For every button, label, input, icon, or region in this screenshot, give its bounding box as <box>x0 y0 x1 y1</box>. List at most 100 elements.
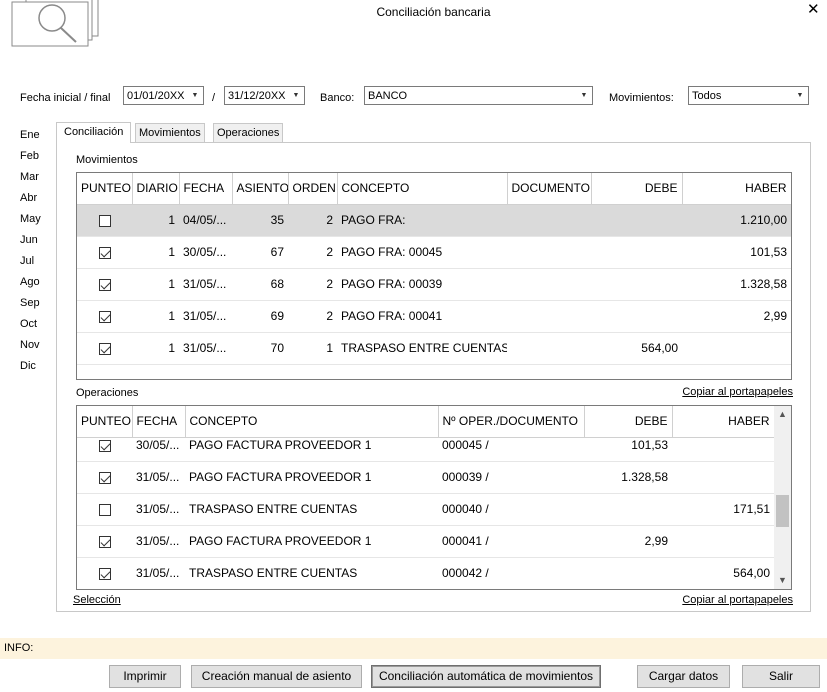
col-debe[interactable]: DEBE <box>584 406 673 438</box>
operaciones-scrollbar[interactable]: ▲ ▼ <box>774 406 791 589</box>
month-item[interactable]: Jul <box>0 251 41 272</box>
month-item[interactable]: Mar <box>0 167 41 188</box>
month-item[interactable]: Oct <box>0 314 41 335</box>
movimientos-select[interactable]: Todos ▼ <box>688 86 809 105</box>
tab-conciliacion[interactable]: Conciliación <box>56 122 132 143</box>
month-item[interactable]: Jun <box>0 230 41 251</box>
copy-clipboard-link-bottom[interactable]: Copiar al portapapeles <box>682 594 793 606</box>
documento-cell: 000045 / <box>438 438 584 462</box>
orden-cell: 2 <box>288 204 337 237</box>
movimiento-row[interactable]: 1 04/05/... 35 2 PAGO FRA: 1.210,00 <box>77 204 791 237</box>
col-haber[interactable]: HABER <box>672 406 775 438</box>
operacion-row[interactable]: 31/05/... PAGO FACTURA PROVEEDOR 1 000041 … <box>77 525 774 558</box>
concepto-cell: PAGO FACTURA PROVEEDOR 1 <box>185 461 438 494</box>
documento-cell: 000041 / <box>438 525 584 558</box>
operacion-row[interactable]: 31/05/... PAGO FACTURA PROVEEDOR 1 000039 … <box>77 461 774 494</box>
col-haber[interactable]: HABER <box>682 173 791 205</box>
documento-cell: 000042 / <box>438 557 584 589</box>
month-list: Ene Feb Mar Abr May Jun Jul Ago Sep Oct … <box>0 125 41 377</box>
punteo-cell <box>77 461 132 494</box>
checkbox-checked[interactable] <box>98 246 111 259</box>
checkbox-checked[interactable] <box>98 278 111 291</box>
month-item[interactable]: Dic <box>0 356 41 377</box>
month-item[interactable]: Ago <box>0 272 41 293</box>
month-item[interactable]: Nov <box>0 335 41 356</box>
col-debe[interactable]: DEBE <box>591 173 683 205</box>
col-asiento[interactable]: ASIENTO <box>232 173 289 205</box>
col-orden[interactable]: ORDEN <box>288 173 338 205</box>
movimiento-row[interactable]: 1 31/05/... 69 2 PAGO FRA: 00041 2,99 <box>77 300 791 333</box>
col-diario[interactable]: DIARIO <box>132 173 180 205</box>
fecha-cell: 04/05/... <box>179 204 232 237</box>
col-punteo[interactable]: PUNTEO <box>77 173 133 205</box>
debe-cell <box>584 493 672 526</box>
operacion-row[interactable]: 30/05/... PAGO FACTURA PROVEEDOR 1 000045 … <box>77 438 774 462</box>
haber-cell: 1.328,58 <box>682 268 791 301</box>
month-item[interactable]: Sep <box>0 293 41 314</box>
imprimir-button[interactable]: Imprimir <box>109 665 181 688</box>
operaciones-grid: PUNTEO FECHA CONCEPTO Nº OPER./DOCUMENTO… <box>76 405 792 590</box>
debe-cell: 2,99 <box>584 525 672 558</box>
checkbox-checked[interactable] <box>98 310 111 323</box>
month-item[interactable]: Feb <box>0 146 41 167</box>
operacion-row[interactable]: 31/05/... TRASPASO ENTRE CUENTAS 000040 / 1… <box>77 493 774 526</box>
month-item[interactable]: Ene <box>0 125 41 146</box>
movimiento-row[interactable]: 1 31/05/... 70 1 TRASPASO ENTRE CUENTAS 564,0… <box>77 332 791 365</box>
checkbox-unchecked[interactable] <box>98 503 111 516</box>
banco-select[interactable]: BANCO ▼ <box>364 86 593 105</box>
col-documento[interactable]: DOCUMENTO <box>507 173 592 205</box>
month-item[interactable]: Abr <box>0 188 41 209</box>
movimiento-row[interactable]: 1 31/05/... 68 2 PAGO FRA: 00039 1.328,58 <box>77 268 791 301</box>
concepto-cell: PAGO FRA: 00041 <box>337 300 507 333</box>
documento-cell: 000039 / <box>438 461 584 494</box>
seleccion-link[interactable]: Selección <box>73 594 121 606</box>
haber-cell: 101,53 <box>682 236 791 269</box>
haber-cell: 1.210,00 <box>682 204 791 237</box>
col-fecha[interactable]: FECHA <box>132 406 186 438</box>
col-fecha[interactable]: FECHA <box>179 173 233 205</box>
punteo-cell <box>77 557 132 589</box>
checkbox-checked[interactable] <box>98 471 111 484</box>
chevron-down-icon: ▼ <box>796 92 804 99</box>
fecha-cell: 31/05/... <box>132 493 185 526</box>
col-concepto[interactable]: CONCEPTO <box>337 173 508 205</box>
tab-operaciones[interactable]: Operaciones <box>213 123 284 143</box>
conciliacion-automatica-button[interactable]: Conciliación automática de movimientos <box>371 665 601 688</box>
scroll-thumb[interactable] <box>776 495 789 527</box>
close-icon[interactable]: ✕ <box>807 0 820 18</box>
haber-cell: 171,51 <box>672 493 774 526</box>
operacion-row[interactable]: 31/05/... TRASPASO ENTRE CUENTAS 000042 / 5… <box>77 557 774 589</box>
creacion-manual-button[interactable]: Creación manual de asiento <box>191 665 362 688</box>
fecha-final-combo[interactable]: 31/12/20XX ▼ <box>224 86 305 105</box>
movimientos-header-row: PUNTEO DIARIO FECHA ASIENTO ORDEN CONCEP… <box>77 173 791 205</box>
scroll-up-icon[interactable]: ▲ <box>774 406 791 423</box>
salir-button[interactable]: Salir <box>742 665 820 688</box>
checkbox-checked[interactable] <box>98 439 111 452</box>
date-separator: / <box>212 92 216 104</box>
checkbox-checked[interactable] <box>98 567 111 580</box>
orden-cell: 2 <box>288 300 337 333</box>
cargar-datos-button[interactable]: Cargar datos <box>637 665 730 688</box>
tab-movimientos[interactable]: Movimientos <box>135 123 205 143</box>
col-punteo[interactable]: PUNTEO <box>77 406 133 438</box>
copy-clipboard-link[interactable]: Copiar al portapapeles <box>682 386 793 398</box>
diario-cell: 1 <box>132 268 179 301</box>
haber-cell <box>672 461 774 494</box>
col-concepto[interactable]: CONCEPTO <box>185 406 439 438</box>
diario-cell: 1 <box>132 236 179 269</box>
debe-cell: 101,53 <box>584 438 672 462</box>
fecha-inicial-combo[interactable]: 01/01/20XX ▼ <box>123 86 204 105</box>
asiento-cell: 35 <box>232 204 288 237</box>
concepto-cell: TRASPASO ENTRE CUENTAS <box>185 557 438 589</box>
checkbox-checked[interactable] <box>98 342 111 355</box>
col-documento[interactable]: Nº OPER./DOCUMENTO <box>438 406 585 438</box>
scroll-down-icon[interactable]: ▼ <box>774 572 791 589</box>
debe-cell <box>591 268 682 301</box>
checkbox-unchecked[interactable] <box>98 214 111 227</box>
month-item[interactable]: May <box>0 209 41 230</box>
movimiento-row[interactable]: 1 30/05/... 67 2 PAGO FRA: 00045 101,53 <box>77 236 791 269</box>
checkbox-checked[interactable] <box>98 535 111 548</box>
orden-cell: 1 <box>288 332 337 365</box>
haber-cell <box>672 438 774 462</box>
chevron-down-icon: ▼ <box>580 92 588 99</box>
